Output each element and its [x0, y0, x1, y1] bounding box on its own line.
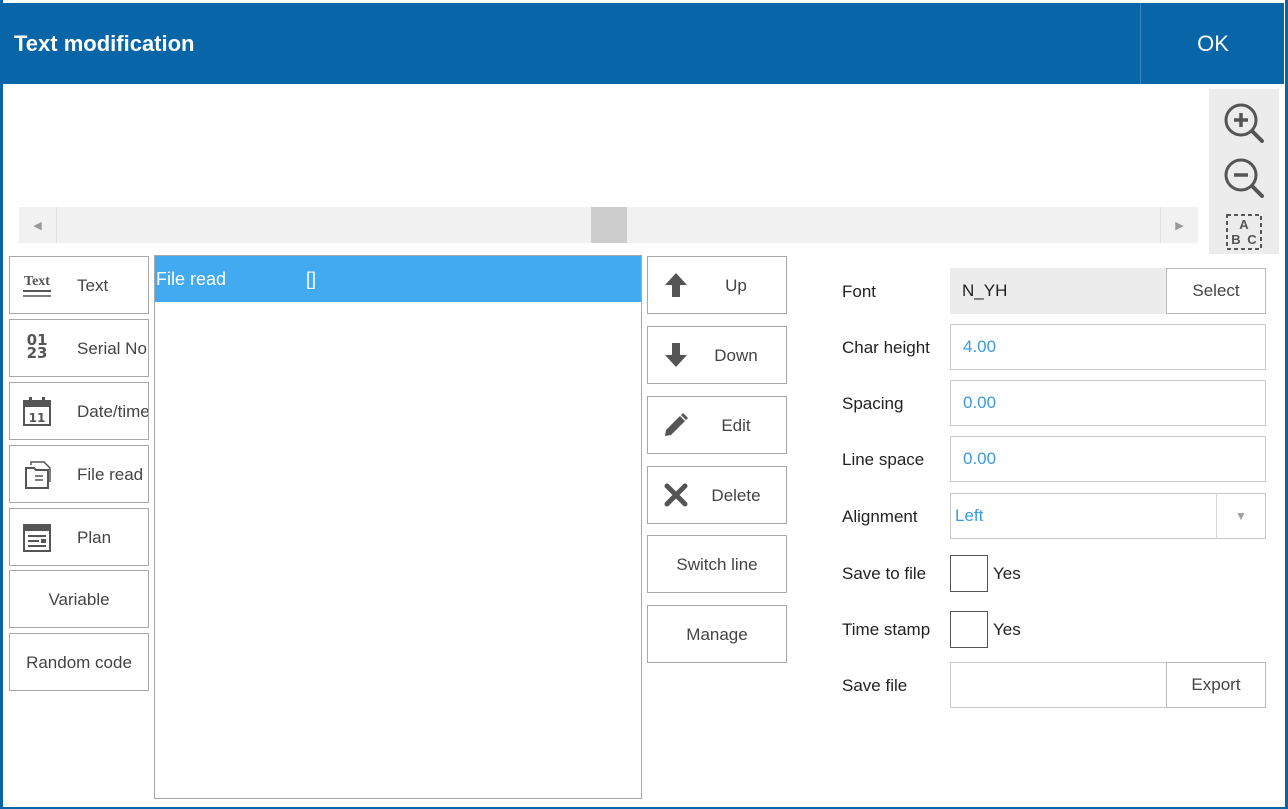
- line-space-input[interactable]: 0.00: [950, 436, 1266, 482]
- time-stamp-yes-label: Yes: [993, 620, 1021, 639]
- add-random-code-label: Random code: [26, 653, 132, 672]
- dialog-title: Text modification: [14, 31, 195, 56]
- calendar-icon-day: 11: [29, 411, 46, 425]
- add-serial-number-label: Serial No.: [77, 339, 149, 358]
- switch-line-label: Switch line: [676, 555, 758, 574]
- ok-button[interactable]: OK: [1140, 3, 1285, 84]
- save-to-file-checkbox[interactable]: [950, 555, 988, 592]
- alignment-select[interactable]: Left ▼: [950, 493, 1266, 539]
- add-random-code-button[interactable]: Random code: [9, 633, 149, 691]
- line-space-value: 0.00: [963, 449, 997, 468]
- alignment-value: Left: [955, 506, 984, 525]
- alignment-label: Alignment: [842, 507, 918, 526]
- add-text-label: Text: [77, 276, 109, 295]
- list-item-name: File read: [156, 269, 227, 289]
- move-up-label: Up: [725, 276, 747, 295]
- select-font-button[interactable]: Select: [1166, 268, 1266, 314]
- spacing-label: Spacing: [842, 394, 904, 413]
- export-button[interactable]: Export: [1166, 662, 1266, 708]
- chevron-down-icon[interactable]: ▼: [1216, 494, 1265, 538]
- add-file-read-label: File read: [77, 465, 144, 484]
- scroll-left-arrow-icon[interactable]: ◀: [19, 207, 57, 243]
- time-stamp-label: Time stamp: [842, 620, 931, 639]
- delete-label: Delete: [711, 486, 761, 505]
- font-field: N_YH: [950, 268, 1167, 314]
- add-plan-label: Plan: [77, 528, 112, 547]
- add-file-read-button[interactable]: File read: [9, 445, 149, 503]
- list-item-value: []: [306, 269, 317, 289]
- add-plan-button[interactable]: Plan: [9, 508, 149, 566]
- plan-icon: [22, 523, 52, 553]
- spacing-value: 0.00: [963, 393, 997, 412]
- move-down-button[interactable]: Down: [647, 326, 787, 384]
- scroll-right-arrow-icon[interactable]: ▶: [1160, 207, 1198, 243]
- char-height-input[interactable]: 4.00: [950, 324, 1266, 370]
- list-item[interactable]: File read []: [155, 256, 641, 302]
- file-read-icon: [22, 460, 52, 490]
- text-icon-glyph: Text: [24, 274, 50, 289]
- add-variable-button[interactable]: Variable: [9, 570, 149, 628]
- abc-fit-icon[interactable]: A B C: [1222, 212, 1266, 252]
- zoom-panel: A B C: [1209, 89, 1279, 254]
- add-date-time-label: Date/time: [77, 402, 149, 421]
- move-down-label: Down: [714, 346, 758, 365]
- abc-glyph-a: A: [1239, 217, 1249, 232]
- edit-label: Edit: [721, 416, 751, 435]
- abc-glyph-b: B: [1231, 232, 1240, 247]
- abc-glyph-c: C: [1247, 232, 1257, 247]
- save-file-label: Save file: [842, 676, 908, 695]
- move-up-button[interactable]: Up: [647, 256, 787, 314]
- add-variable-label: Variable: [48, 590, 110, 609]
- title-bar: Text modification OK: [0, 3, 1284, 84]
- font-label: Font: [842, 282, 877, 301]
- add-date-time-button[interactable]: 11 Date/time: [9, 382, 149, 440]
- add-serial-number-button[interactable]: 01 23 Serial No.: [9, 319, 149, 377]
- zoom-out-icon[interactable]: [1222, 156, 1266, 200]
- scrollbar-thumb[interactable]: [591, 207, 627, 243]
- zoom-in-icon[interactable]: [1222, 101, 1266, 145]
- line-space-label: Line space: [842, 450, 925, 469]
- serial-number-icon-text: 01 23: [26, 331, 48, 362]
- spacing-input[interactable]: 0.00: [950, 380, 1266, 426]
- content-list[interactable]: File read []: [154, 255, 642, 799]
- switch-line-button[interactable]: Switch line: [647, 535, 787, 593]
- manage-button[interactable]: Manage: [647, 605, 787, 663]
- horizontal-scrollbar[interactable]: ◀ ▶: [19, 207, 1198, 243]
- save-to-file-yes-label: Yes: [993, 564, 1021, 583]
- char-height-value: 4.00: [963, 337, 997, 356]
- save-file-input[interactable]: [950, 662, 1167, 708]
- text-preview-area[interactable]: [4, 84, 1208, 206]
- save-to-file-label: Save to file: [842, 564, 927, 583]
- font-value: N_YH: [962, 281, 1008, 300]
- char-height-label: Char height: [842, 338, 930, 357]
- manage-label: Manage: [686, 625, 748, 644]
- serial-number-icon: 01 23: [22, 331, 52, 364]
- calendar-icon: 11: [22, 397, 52, 427]
- edit-button[interactable]: Edit: [647, 396, 787, 454]
- time-stamp-checkbox[interactable]: [950, 611, 988, 648]
- delete-button[interactable]: Delete: [647, 466, 787, 524]
- text-icon: Text: [22, 271, 52, 301]
- add-text-button[interactable]: Text Text: [9, 256, 149, 314]
